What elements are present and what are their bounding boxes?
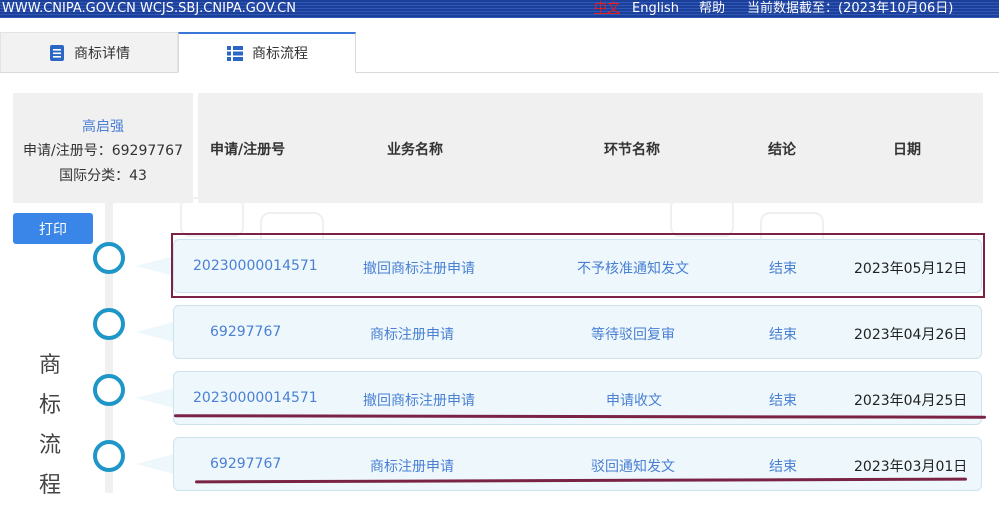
- row-step[interactable]: 申请收文: [606, 390, 662, 410]
- timeline-node: [93, 440, 125, 472]
- tab-label: 商标详情: [74, 45, 130, 62]
- language-english-link[interactable]: English: [632, 0, 679, 18]
- applicant-name[interactable]: 高启强: [13, 116, 193, 136]
- row-business[interactable]: 撤回商标注册申请: [363, 390, 475, 410]
- watermark: [180, 197, 244, 237]
- row-pointer: [136, 454, 174, 474]
- data-date: 当前数据截至：(2023年10月06日): [747, 1, 954, 16]
- row-result[interactable]: 结束: [769, 390, 797, 410]
- tab-bar: 商标详情 商标流程: [0, 32, 999, 73]
- top-bar: WWW.CNIPA.GOV.CN WCJS.SBJ.CNIPA.GOV.CN 中…: [0, 0, 999, 18]
- row-result[interactable]: 结束: [769, 324, 797, 344]
- row-date: 2023年04月25日: [854, 393, 968, 409]
- row-reg-no[interactable]: 69297767: [210, 324, 281, 340]
- row-reg-no[interactable]: 69297767: [210, 456, 281, 472]
- row-step[interactable]: 驳回通知发文: [591, 456, 675, 476]
- registration-number: 申请/注册号：69297767: [23, 143, 183, 159]
- row-pointer: [136, 388, 174, 408]
- row-reg-no[interactable]: 20230000014571: [193, 390, 318, 406]
- tab-label: 商标流程: [252, 46, 308, 62]
- header-result: 结论: [768, 142, 796, 158]
- header-date: 日期: [893, 142, 921, 158]
- side-title-char: 标: [38, 393, 61, 418]
- row-date: 2023年04月26日: [854, 327, 968, 343]
- help-link[interactable]: 帮助: [699, 0, 725, 18]
- side-title-char: 商: [38, 353, 61, 378]
- timeline-node: [93, 308, 125, 340]
- header-step: 环节名称: [604, 142, 660, 158]
- side-title-char: 程: [38, 473, 61, 498]
- row-step[interactable]: 等待驳回复审: [591, 324, 675, 344]
- process-panel: 高启强 申请/注册号：69297767 国际分类：43 申请/注册号 业务名称 …: [0, 72, 999, 498]
- language-chinese-link[interactable]: 中文: [594, 0, 620, 18]
- highlight-box: [171, 233, 985, 298]
- trademark-info: 高启强 申请/注册号：69297767 国际分类：43: [13, 93, 193, 203]
- row-date: 2023年03月01日: [854, 459, 968, 475]
- row-result[interactable]: 结束: [769, 456, 797, 476]
- side-title-char: 流: [38, 433, 61, 458]
- watermark: [670, 197, 734, 237]
- table-header: 申请/注册号 业务名称 环节名称 结论 日期: [198, 93, 983, 203]
- row-business[interactable]: 商标注册申请: [370, 456, 454, 476]
- timeline-node: [93, 242, 125, 274]
- row-business[interactable]: 商标注册申请: [370, 324, 454, 344]
- document-icon: [50, 44, 64, 61]
- row-pointer: [136, 256, 174, 276]
- row-pointer: [136, 322, 174, 342]
- tab-trademark-details[interactable]: 商标详情: [0, 32, 178, 72]
- side-title: 商 标 流 程: [38, 346, 62, 506]
- table-row: 69297767 商标注册申请 等待驳回复审 结束 2023年04月26日: [173, 305, 982, 359]
- site-url: WWW.CNIPA.GOV.CN WCJS.SBJ.CNIPA.GOV.CN: [2, 1, 296, 16]
- print-button[interactable]: 打印: [13, 213, 93, 244]
- header-reg-no: 申请/注册号: [210, 142, 286, 158]
- tab-trademark-process[interactable]: 商标流程: [178, 32, 356, 73]
- header-business: 业务名称: [387, 142, 443, 158]
- timeline-node: [93, 374, 125, 406]
- international-class: 国际分类：43: [59, 168, 147, 184]
- list-icon: [227, 46, 243, 61]
